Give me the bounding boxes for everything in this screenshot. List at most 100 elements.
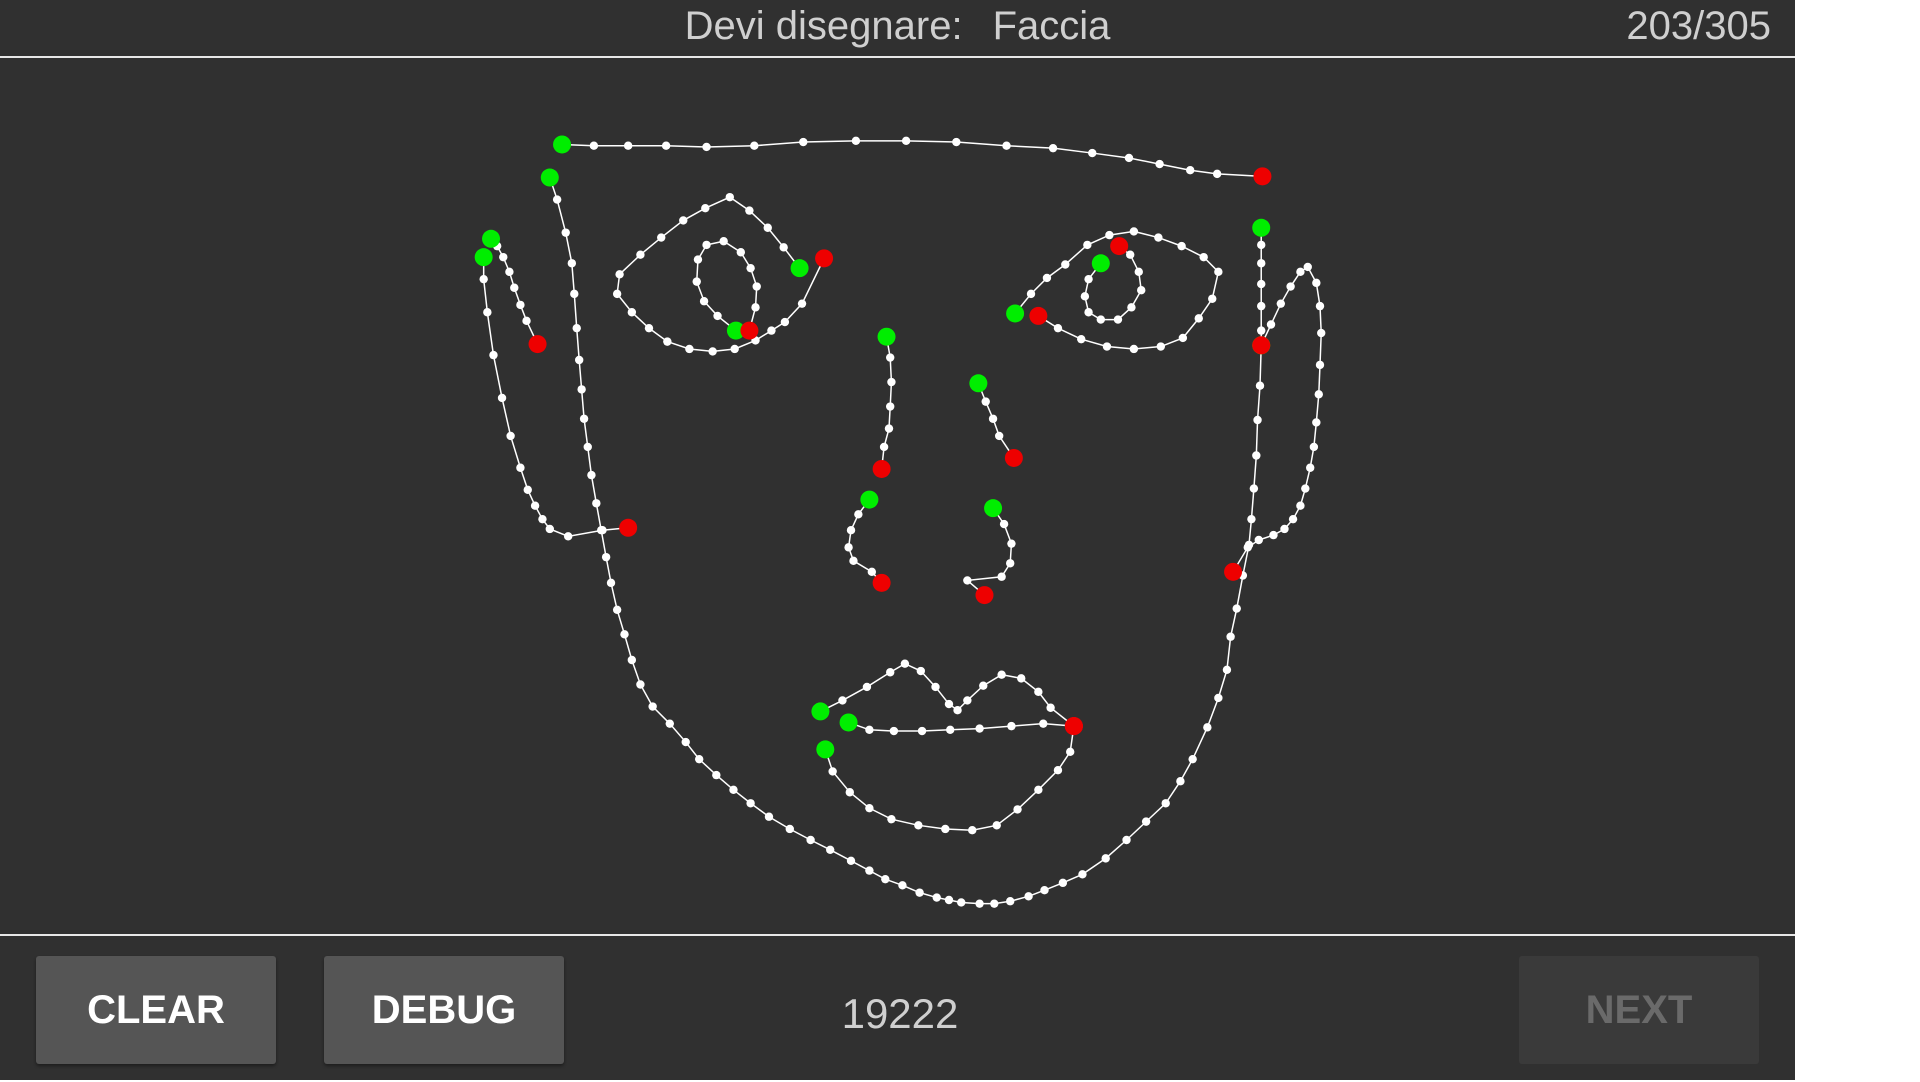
stroke-point: [1080, 292, 1090, 301]
stroke-start-marker: [969, 374, 988, 393]
stroke-point: [846, 526, 856, 535]
stroke-point: [516, 463, 525, 472]
stroke-point: [990, 899, 999, 908]
stroke-point: [694, 754, 704, 764]
stroke-point: [764, 812, 774, 821]
stroke-point: [1247, 514, 1256, 524]
stroke-lip-middle: [839, 713, 1083, 736]
clear-button[interactable]: CLEAR: [36, 956, 276, 1064]
stroke-point: [838, 696, 847, 705]
stroke-right-cheek-line: [1252, 218, 1271, 355]
stroke-point: [1177, 241, 1186, 251]
stroke-point: [767, 326, 776, 335]
stroke-point: [679, 216, 688, 225]
stroke-point: [941, 824, 950, 834]
stroke-point: [953, 706, 962, 715]
stroke-point: [887, 377, 896, 387]
stroke-line: [824, 726, 1075, 831]
debug-button[interactable]: DEBUG: [324, 956, 564, 1064]
stroke-point: [944, 895, 954, 905]
stroke-end-marker: [1029, 306, 1048, 325]
stroke-point: [849, 556, 858, 566]
stroke-point: [1046, 703, 1055, 712]
stroke-point: [510, 283, 519, 292]
stroke-point: [1083, 240, 1092, 250]
stroke-point: [1257, 326, 1266, 335]
stroke-point: [587, 470, 596, 480]
footer-bar: CLEAR DEBUG 19222 NEXT: [0, 934, 1795, 1082]
stroke-left-ear: [474, 248, 638, 541]
stroke-point: [1257, 279, 1266, 289]
stroke-right-nostril: [963, 499, 1016, 605]
stroke-point: [563, 532, 573, 541]
stroke-point: [999, 519, 1009, 529]
stroke-point: [915, 888, 924, 897]
stroke-point: [730, 344, 739, 354]
stroke-point: [981, 397, 990, 406]
stroke-point: [845, 788, 854, 797]
stroke-point: [1257, 240, 1266, 250]
stroke-point: [1126, 250, 1135, 259]
stroke-point: [931, 682, 940, 692]
stroke-point: [854, 510, 863, 519]
stroke-point: [1026, 289, 1036, 299]
stroke-point: [1017, 674, 1026, 683]
stroke-point: [1124, 153, 1134, 163]
stroke-start-marker: [1091, 254, 1110, 273]
stroke-point: [1002, 141, 1011, 150]
stroke-point: [975, 899, 984, 908]
stroke-point: [851, 136, 861, 146]
stroke-point: [1101, 854, 1110, 863]
stroke-point: [1013, 805, 1022, 814]
stroke-point: [1042, 273, 1052, 283]
stroke-point: [592, 499, 601, 508]
stroke-point: [1176, 777, 1185, 786]
stroke-point: [799, 137, 808, 147]
stroke-point: [522, 316, 531, 326]
stroke-point: [1007, 539, 1016, 548]
stroke-point: [681, 737, 690, 747]
stroke-point: [702, 240, 711, 250]
drawing-canvas[interactable]: [0, 58, 1795, 934]
stroke-start-marker: [839, 713, 858, 732]
stroke-line: [549, 177, 1262, 905]
stroke-start-marker: [877, 327, 896, 346]
stroke-point: [900, 659, 910, 668]
stroke-point: [601, 552, 611, 562]
stroke-point: [661, 141, 671, 150]
stroke-line: [847, 499, 883, 584]
stroke-point: [1309, 442, 1319, 452]
next-button[interactable]: NEXT: [1519, 956, 1759, 1064]
stroke-point: [889, 726, 899, 736]
stroke-point: [1053, 323, 1063, 333]
stroke-point: [1254, 535, 1263, 545]
stroke-point: [479, 274, 488, 284]
stroke-point: [1156, 342, 1166, 351]
stroke-point: [1303, 262, 1312, 272]
stroke-point: [523, 485, 532, 494]
stroke-point: [1034, 785, 1043, 794]
stroke-point: [1199, 252, 1208, 262]
stroke-point: [1129, 227, 1139, 236]
stroke-point: [1243, 543, 1252, 552]
stroke-point: [1276, 299, 1286, 308]
stroke-point: [712, 770, 721, 780]
stroke-end-marker: [619, 518, 638, 537]
stroke-point: [1007, 721, 1016, 731]
stroke-start-marker: [811, 702, 830, 721]
stroke-point: [1154, 233, 1163, 242]
stroke-point: [914, 821, 923, 830]
stroke-point: [1249, 484, 1259, 493]
stroke-point: [1226, 632, 1235, 641]
stroke-point: [1194, 314, 1203, 323]
stroke-point: [901, 136, 911, 146]
stroke-point: [751, 303, 760, 312]
sketch-svg[interactable]: [0, 58, 1795, 934]
stroke-point: [1188, 754, 1197, 764]
stroke-point: [598, 526, 607, 535]
stroke-point: [1137, 286, 1146, 295]
stroke-point: [746, 799, 755, 808]
stroke-face-outline: [540, 168, 1271, 908]
stroke-point: [806, 835, 815, 845]
stroke-point: [1232, 604, 1241, 613]
